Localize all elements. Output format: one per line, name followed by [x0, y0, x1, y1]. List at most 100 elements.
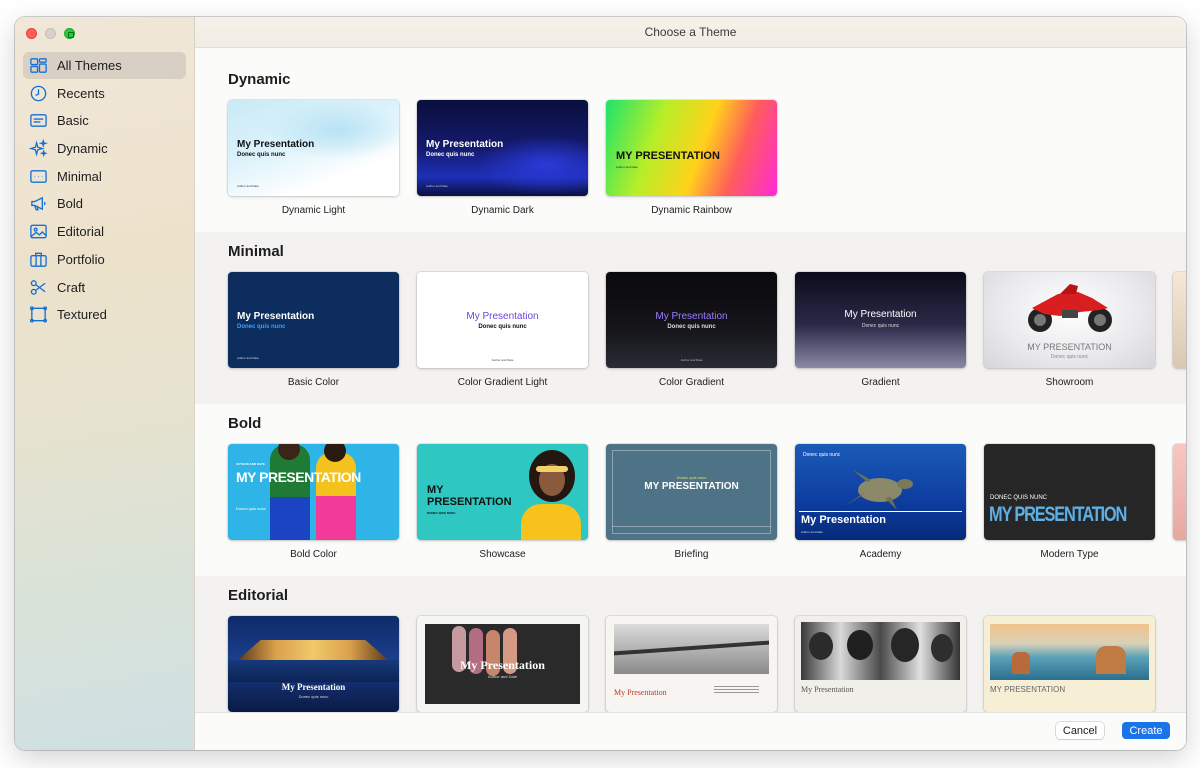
theme-name: Gradient	[861, 377, 900, 388]
sidebar-item-all-themes[interactable]: All Themes	[23, 52, 186, 79]
theme-thumbnail-modern-type[interactable]: DONEC QUIS NUNC MY PRESENTATION	[984, 444, 1155, 540]
sidebar-item-bold[interactable]: Bold	[23, 190, 186, 217]
slide-subtitle: DONEC QUIS NUNC	[990, 495, 1048, 501]
theme-gallery[interactable]: Dynamic My Presentation Donec quis nunc …	[195, 60, 1186, 712]
theme-name: Modern Type	[1040, 549, 1099, 560]
minimize-window-button[interactable]	[45, 28, 56, 39]
theme-thumbnail-dynamic-dark[interactable]: My Presentation Donec quis nunc Author a…	[417, 100, 588, 196]
slide-title: MY PRESENTATION	[616, 150, 720, 162]
slide-title: My Presentation	[237, 311, 315, 322]
theme-name: Color Gradient Light	[457, 377, 548, 388]
slide-author: Author and Date	[426, 184, 448, 188]
theme-thumbnail-gradient[interactable]: My Presentation Donec quis nunc	[795, 272, 966, 368]
slide-author: Author and Date	[680, 358, 703, 362]
theme-name: Briefing	[674, 549, 709, 560]
theme-thumbnail-color-gradient[interactable]: My Presentation Donec quis nunc Author a…	[606, 272, 777, 368]
sidebar-item-recents[interactable]: Recents	[23, 80, 186, 107]
sidebar-item-label: Bold	[57, 196, 84, 212]
slide-title: My Presentation	[801, 514, 886, 526]
cancel-button[interactable]: Cancel	[1056, 722, 1104, 739]
theme-thumbnail-color-gradient-light[interactable]: My Presentation Donec quis nunc Author a…	[417, 272, 588, 368]
section-title: Editorial	[228, 587, 289, 604]
theme-name: Showroom	[1045, 377, 1094, 388]
slide-subtitle: Donec quis nunc	[861, 323, 900, 329]
theme-thumbnail-partial[interactable]	[1173, 444, 1186, 540]
photo-icon	[28, 222, 48, 242]
window-title: Choose a Theme	[644, 25, 737, 39]
slide-subtitle: Author and Date	[616, 165, 638, 169]
sidebar-item-dynamic[interactable]: Dynamic	[23, 135, 186, 162]
slide-author: AUTHOR AND DATE	[236, 462, 265, 466]
slide-title: MY PRESENTATION	[427, 484, 512, 508]
theme-thumbnail-showcase[interactable]: MY PRESENTATION DONEC QUIS NUNC	[417, 444, 588, 540]
sidebar-item-portfolio[interactable]: Portfolio	[23, 246, 186, 273]
sidebar-item-editorial[interactable]: Editorial	[23, 218, 186, 245]
theme-thumbnail-editorial-3[interactable]: My Presentation	[606, 616, 777, 712]
sidebar-item-label: All Themes	[57, 58, 122, 73]
sidebar-item-label: Editorial	[57, 224, 104, 240]
sidebar: All Themes Recents Basic Dynamic Minimal…	[15, 17, 195, 750]
sparkles-icon	[28, 139, 48, 159]
slide-subtitle: Donec quis nunc	[803, 452, 841, 458]
theme-thumbnail-editorial-4[interactable]: My Presentation	[795, 616, 966, 712]
sea-turtle-image	[845, 470, 913, 510]
sidebar-item-label: Portfolio	[57, 251, 105, 267]
theme-thumbnail-showroom[interactable]: MY PRESENTATION Donec quis nunc	[984, 272, 1155, 368]
theme-thumbnail-editorial-2[interactable]: My Presentation Author and Date	[417, 616, 588, 712]
slide-subtitle: Donec quis nunc	[667, 324, 716, 330]
theme-name: Dynamic Light	[281, 205, 346, 216]
slide-author: Author and Date	[237, 184, 259, 188]
sidebar-item-basic[interactable]: Basic	[23, 107, 186, 134]
theme-name: Dynamic Dark	[471, 205, 534, 216]
zoom-window-button[interactable]	[64, 28, 75, 39]
slide-subtitle: Donec quis nunc	[478, 324, 527, 330]
slide-subtitle: Donec quis nunc	[426, 152, 475, 158]
sidebar-item-craft[interactable]: Craft	[23, 274, 186, 301]
slide-author: Author and Date	[491, 358, 514, 362]
section-title: Dynamic	[228, 71, 291, 88]
textured-frame-icon	[28, 305, 48, 325]
slide-title: MY PRESENTATION	[236, 469, 361, 485]
theme-name: Academy	[859, 549, 902, 560]
slide-title: My Presentation	[460, 658, 545, 672]
sidebar-item-label: Dynamic	[57, 141, 108, 157]
create-button[interactable]: Create	[1122, 722, 1170, 739]
section-title: Minimal	[228, 243, 284, 260]
section-bold: Bold AUTHOR AND DATE MY PRESENTATION Don…	[195, 404, 1186, 576]
theme-name: Showcase	[479, 549, 526, 560]
window-controls	[26, 28, 75, 39]
sidebar-item-minimal[interactable]: Minimal	[23, 163, 186, 190]
megaphone-icon	[28, 194, 48, 214]
sidebar-item-label: Basic	[57, 113, 89, 129]
theme-name: Bold Color	[290, 549, 337, 560]
motorcycle-image	[1028, 284, 1112, 332]
theme-thumbnail-editorial-1[interactable]: My Presentation Donec quis nunc	[228, 616, 399, 712]
sidebar-category-list: All Themes Recents Basic Dynamic Minimal…	[23, 52, 186, 329]
section-editorial: Editorial My Presentation Donec quis nun…	[195, 576, 1186, 712]
slide-title: My Presentation	[655, 311, 728, 322]
slide-title: My Presentation	[466, 311, 539, 322]
theme-thumbnail-partial[interactable]	[1173, 272, 1186, 368]
minimal-slide-icon	[28, 166, 48, 186]
slide-subtitle: Donec quis nunc	[676, 475, 707, 480]
theme-thumbnail-editorial-5[interactable]: MY PRESENTATION	[984, 616, 1155, 712]
sidebar-item-label: Minimal	[57, 168, 102, 184]
close-window-button[interactable]	[26, 28, 37, 39]
briefcase-icon	[28, 249, 48, 269]
sidebar-item-textured[interactable]: Textured	[23, 301, 186, 328]
slide-title: MY PRESENTATION	[990, 685, 1066, 694]
slide-subtitle: Donec quis nunc	[298, 694, 329, 699]
theme-name: Dynamic Rainbow	[651, 205, 732, 216]
theme-thumbnail-dynamic-light[interactable]: My Presentation Donec quis nunc Author a…	[228, 100, 399, 196]
slide-title: MY PRESENTATION	[644, 481, 739, 492]
grid-icon	[28, 56, 48, 76]
scissors-icon	[28, 277, 48, 297]
theme-thumbnail-academy[interactable]: Donec quis nunc My Presentation Author a…	[795, 444, 966, 540]
theme-chooser-window: All Themes Recents Basic Dynamic Minimal…	[15, 17, 1186, 750]
slide-subtitle: Author and Date	[487, 674, 518, 679]
slide-subtitle: DONEC QUIS NUNC	[427, 511, 456, 515]
theme-thumbnail-dynamic-rainbow[interactable]: MY PRESENTATION Author and Date	[606, 100, 777, 196]
theme-thumbnail-briefing[interactable]: Donec quis nunc MY PRESENTATION	[606, 444, 777, 540]
theme-thumbnail-bold-color[interactable]: AUTHOR AND DATE MY PRESENTATION Donec qu…	[228, 444, 399, 540]
theme-thumbnail-basic-color[interactable]: My Presentation Donec quis nunc Author a…	[228, 272, 399, 368]
